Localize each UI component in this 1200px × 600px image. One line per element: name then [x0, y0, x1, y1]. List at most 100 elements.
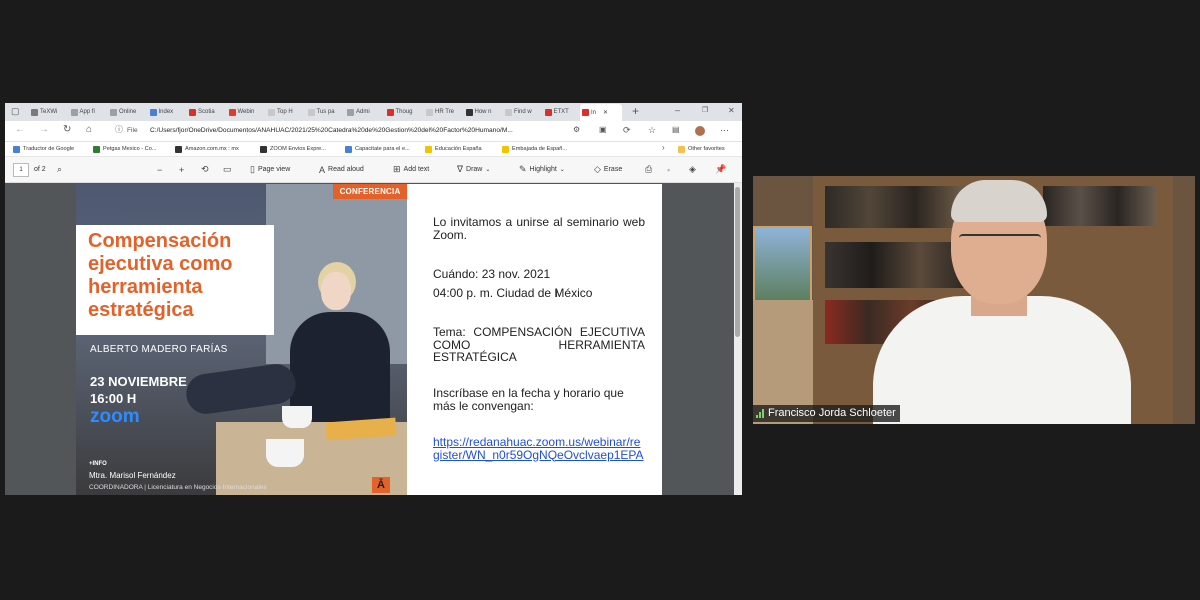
browser-tab[interactable]: Online — [108, 105, 145, 119]
favorite-star-icon[interactable]: ☆ — [648, 124, 656, 136]
scrollbar-thumb[interactable] — [735, 187, 740, 337]
bookmark-favicon-icon — [13, 145, 20, 153]
close-tab-icon[interactable]: ✕ — [603, 109, 608, 116]
browser-tab[interactable]: App fi — [69, 105, 106, 119]
invitation-when: Cuándo: 23 nov. 2021 04:00 p. m. Ciudad … — [433, 265, 645, 303]
bookmark-favicon-icon — [175, 145, 182, 153]
bookmark-item[interactable]: ZOOM Envios Expre... — [260, 144, 326, 154]
bookmark-label: Embajada de Españ... — [512, 146, 568, 152]
registration-link-paragraph: https://redanahuac.zoom.us/webinar/regis… — [433, 435, 645, 462]
browser-tab[interactable]: How n — [464, 105, 501, 119]
invitation-topic: Tema: COMPENSACIÓN EJECUTIVA COMO HERRAM… — [433, 326, 645, 364]
pdf-scrollbar[interactable] — [734, 183, 742, 495]
page-number-input[interactable]: 1 — [13, 163, 29, 177]
search-icon[interactable]: ⌕ — [57, 163, 62, 176]
browser-tab[interactable]: HR Tre — [424, 105, 461, 119]
browser-tab[interactable]: Scotia — [187, 105, 224, 119]
url-field[interactable]: C:/Users/fjor/OneDrive/Documentos/ANAHUA… — [150, 125, 568, 137]
read-aloud-button[interactable]: A Read aloud — [319, 163, 364, 176]
browser-tab[interactable]: ETXT — [543, 105, 580, 119]
erase-label: Erase — [603, 166, 623, 173]
browser-tab[interactable]: Tus pa — [306, 105, 343, 119]
tab-actions-icon[interactable]: ▢ — [11, 106, 20, 117]
conference-banner: CONFERENCIA — [333, 184, 407, 199]
extensions-icon[interactable]: ▤ — [672, 124, 680, 136]
tracking-icon[interactable]: ⚙ — [573, 124, 580, 136]
pin-toolbar-icon[interactable]: 📌 — [715, 163, 726, 176]
browser-tab[interactable]: Admi — [345, 105, 382, 119]
save-as-icon[interactable]: ◈ — [689, 163, 696, 176]
highlight-icon: ✎ — [519, 164, 527, 174]
sync-icon[interactable]: ⟳ — [623, 124, 631, 136]
event-time: 16:00 H — [90, 391, 137, 406]
print-icon[interactable]: ⎙ — [645, 163, 652, 176]
close-window-button[interactable]: ✕ — [728, 106, 735, 115]
tab-favicon-icon — [268, 108, 275, 116]
topic-line-1: Tema: COMPENSACIÓN EJECUTIVA — [433, 325, 645, 339]
video-person-glasses — [959, 234, 1041, 246]
participant-name-tag: Francisco Jorda Schloeter — [753, 405, 900, 422]
tab-favicon-icon — [386, 108, 394, 116]
bookmark-label: Educación España — [435, 146, 482, 152]
rotate-icon[interactable]: ⟲ — [201, 163, 209, 176]
back-arrow-icon[interactable]: ← — [15, 124, 25, 136]
save-icon[interactable]: ▪ — [667, 163, 670, 176]
contact-name: Mtra. Marisol Fernández — [89, 471, 176, 480]
flyer-photo-cup-2 — [266, 439, 304, 467]
read-aloud-label: Read aloud — [328, 166, 364, 173]
info-icon: ⓘ — [115, 125, 123, 134]
tab-favicon-icon — [31, 108, 38, 116]
add-text-icon: ⊞ — [393, 164, 401, 174]
other-favorites[interactable]: Other favorites — [678, 144, 725, 154]
refresh-icon[interactable]: ↻ — [63, 124, 71, 136]
participant-video[interactable]: Francisco Jorda Schloeter — [753, 176, 1195, 424]
bookmark-item[interactable]: Petgas Mexico - Co... — [93, 144, 156, 154]
tab-label: App fi — [79, 109, 95, 115]
tab-label: Online — [119, 109, 137, 115]
bookmark-item[interactable]: Amazon.com.mx : mx — [175, 144, 239, 154]
home-icon[interactable]: ⌂ — [86, 124, 92, 136]
shared-screen: ▢ TeXWi App fi Online Index Scotia Webin Top H… — [5, 103, 742, 495]
page-view-button[interactable]: ▯ Page view — [250, 163, 290, 176]
forward-arrow-icon[interactable]: → — [39, 124, 49, 136]
minimize-button[interactable]: – — [675, 105, 680, 115]
browser-tab[interactable]: Index — [148, 105, 185, 119]
invitation-intro: Lo invitamos a unirse al seminario web Z… — [433, 215, 645, 242]
new-tab-button[interactable]: + — [632, 104, 639, 118]
browser-tab[interactable]: Thoug — [385, 105, 422, 119]
bookmarks-overflow-icon[interactable]: › — [662, 143, 665, 152]
browser-tab[interactable]: Top H — [266, 105, 303, 119]
profile-avatar[interactable] — [695, 126, 705, 136]
flyer-title-box: Compensación ejecutiva como herramienta … — [76, 225, 274, 335]
registration-link[interactable]: https://redanahuac.zoom.us/webinar/regis… — [433, 435, 644, 462]
tab-label: TeXWi — [40, 109, 58, 115]
zoom-out-button[interactable]: − — [157, 163, 162, 176]
bookmark-item[interactable]: Capacitate para el e... — [345, 144, 410, 154]
bookmark-item[interactable]: Educación España — [425, 144, 482, 154]
browser-tab[interactable]: TeXWi — [29, 105, 66, 119]
event-date: 23 NOVIEMBRE 16:00 H — [90, 373, 187, 407]
browser-tab[interactable]: Find w — [503, 105, 540, 119]
browser-tab[interactable]: In ✕ — [580, 104, 622, 121]
add-text-button[interactable]: ⊞ Add text — [393, 163, 429, 176]
tab-label: Find w — [514, 109, 532, 115]
signal-strength-icon — [756, 409, 764, 418]
bookmark-item[interactable]: Traductor de Google — [13, 144, 74, 154]
bookmark-item[interactable]: Embajada de Españ... — [502, 144, 567, 154]
tab-label: In — [591, 109, 597, 116]
tab-label: HR Tre — [435, 109, 455, 115]
collections-icon[interactable]: ▣ — [599, 124, 607, 136]
topic-line-3: ESTRATÉGICA — [433, 350, 517, 364]
tab-favicon-icon — [505, 108, 512, 116]
browser-tab[interactable]: Webin — [227, 105, 264, 119]
bookmark-label: ZOOM Envios Expre... — [270, 146, 326, 152]
restore-button[interactable]: ❐ — [702, 106, 708, 114]
fit-page-icon[interactable]: ▭ — [223, 163, 232, 176]
bookmark-favicon-icon — [502, 145, 509, 153]
erase-button[interactable]: ◇ Erase — [594, 163, 622, 176]
more-menu-icon[interactable]: ⋯ — [720, 124, 729, 136]
zoom-in-button[interactable]: + — [179, 163, 184, 176]
highlight-button[interactable]: ✎ Highlight ⌄ — [519, 163, 565, 176]
video-shelf-books-4 — [1043, 186, 1155, 226]
draw-button[interactable]: ∇ Draw ⌄ — [457, 163, 490, 176]
